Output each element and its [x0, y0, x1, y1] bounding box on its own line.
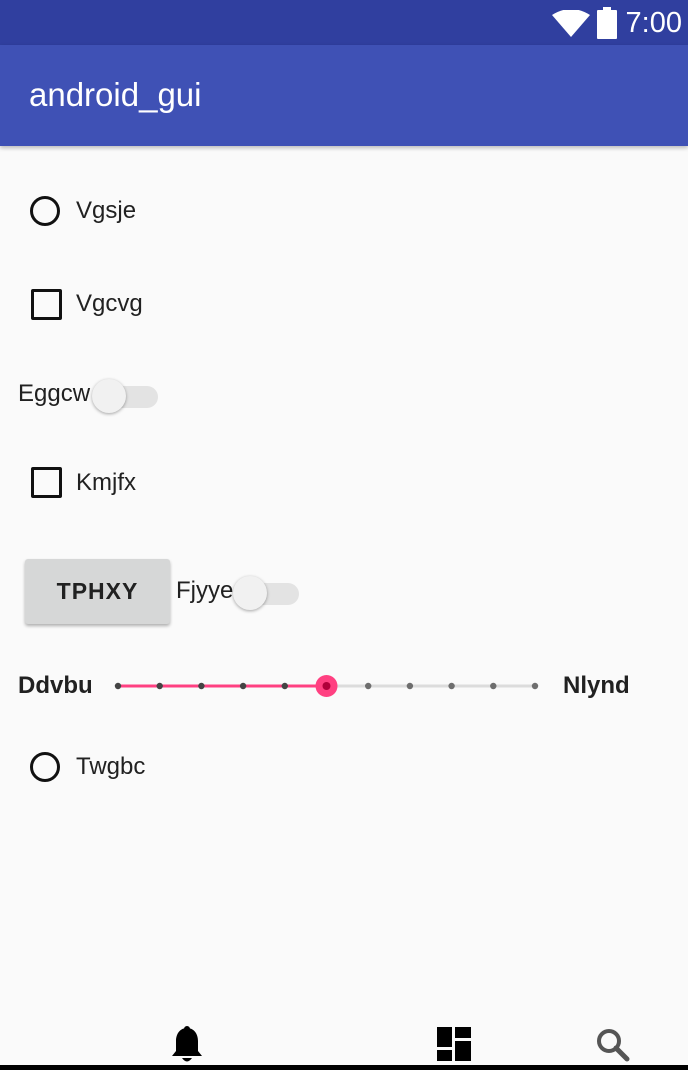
seekbar-tick — [281, 682, 288, 690]
search-icon[interactable] — [596, 1028, 630, 1062]
app-bar: android_gui — [0, 45, 688, 146]
toggle-switch[interactable] — [233, 573, 299, 610]
bell-icon[interactable] — [171, 1026, 203, 1064]
radio-label[interactable]: Vgsje — [76, 196, 136, 226]
status-time: 7:00 — [625, 7, 682, 39]
status-bar: 7:00 — [0, 0, 688, 45]
seekbar-tick — [365, 682, 372, 690]
checkbox-label[interactable]: Vgcvg — [76, 289, 143, 319]
switch-thumb — [233, 576, 267, 610]
switch-thumb — [92, 379, 126, 413]
radio-button-icon[interactable] — [30, 196, 60, 226]
radio-button-icon[interactable] — [30, 752, 60, 782]
tphxy-button[interactable]: TPHXY — [25, 559, 170, 624]
seekbar-tick — [198, 682, 205, 690]
navigation-bar-edge — [0, 1065, 688, 1070]
battery-icon — [597, 7, 617, 39]
switch-label[interactable]: Eggcw — [18, 379, 90, 409]
seekbar-tick — [531, 682, 539, 690]
checkbox-icon[interactable] — [31, 289, 62, 320]
seekbar-tick — [239, 682, 247, 690]
radio-label[interactable]: Twgbc — [76, 752, 145, 782]
screen: 7:00 android_gui Vgsje Vgcvg Eggcw Kmjfx… — [0, 0, 688, 1070]
checkbox-label[interactable]: Kmjfx — [76, 468, 136, 498]
seekbar-tick — [490, 682, 497, 690]
seekbar-tick — [448, 682, 455, 690]
bottom-navigation — [0, 1010, 688, 1070]
seekbar-thumb-center — [322, 682, 331, 690]
seekbar-max-label: Nlynd — [563, 672, 630, 699]
seekbar[interactable] — [110, 670, 546, 702]
wifi-icon — [552, 10, 590, 37]
app-title: android_gui — [29, 76, 202, 113]
dashboard-icon[interactable] — [437, 1027, 471, 1061]
toggle-switch[interactable] — [92, 376, 158, 413]
checkbox-icon[interactable] — [31, 467, 62, 498]
seekbar-tick — [114, 682, 122, 690]
switch-label[interactable]: Fjyye — [176, 576, 233, 606]
seekbar-tick — [406, 682, 414, 690]
seekbar-min-label: Ddvbu — [18, 672, 93, 699]
seekbar-tick — [156, 682, 163, 690]
